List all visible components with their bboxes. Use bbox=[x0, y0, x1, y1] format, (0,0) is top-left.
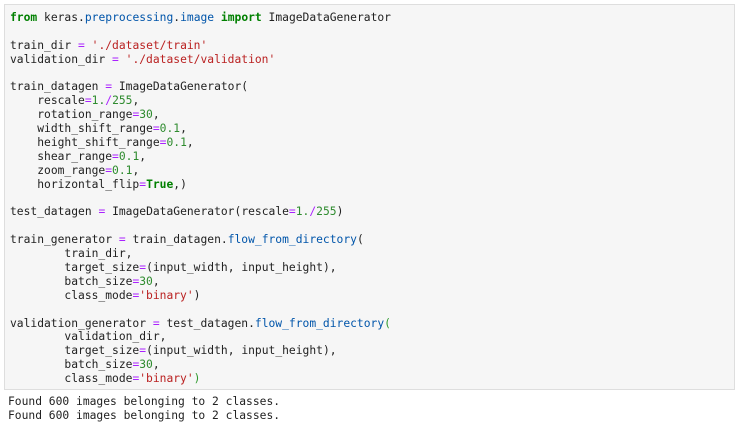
string-binary: 'binary' bbox=[139, 288, 194, 302]
var-train-dir: train_dir bbox=[64, 247, 126, 261]
var-test-datagen: test_datagen bbox=[166, 316, 249, 330]
code-line-9: width_shift_range=0.1, bbox=[37, 122, 187, 136]
class-name: ImageDataGenerator bbox=[118, 80, 242, 94]
code-editor[interactable]: from keras.preprocessing.image import Im… bbox=[10, 11, 391, 386]
code-line-6: train_datagen = ImageDataGenerator( bbox=[10, 80, 249, 94]
string-binary: 'binary' bbox=[139, 372, 194, 386]
var-input-height: input_height bbox=[241, 261, 323, 275]
arg-batch-size: batch_size bbox=[64, 358, 133, 372]
number: 30 bbox=[139, 108, 153, 122]
notebook: from keras.preprocessing.image import Im… bbox=[0, 0, 742, 430]
code-cell-input[interactable]: from keras.preprocessing.image import Im… bbox=[4, 4, 735, 390]
code-line-3: train_dir = './dataset/train' bbox=[10, 38, 208, 52]
module-preprocessing: preprocessing bbox=[84, 11, 174, 24]
method-flow-from-directory: flow_from_directory bbox=[227, 233, 357, 247]
code-line-17: train_generator = train_datagen.flow_fro… bbox=[10, 233, 364, 247]
output-line: Found 600 images belonging to 2 classes. bbox=[8, 409, 281, 422]
code-line-7: rescale=1./255, bbox=[37, 94, 140, 108]
var-validation-dir: validation_dir bbox=[10, 52, 106, 66]
code-line-19: target_size=(input_width, input_height), bbox=[64, 261, 337, 275]
output-line: Found 600 images belonging to 2 classes. bbox=[8, 395, 281, 408]
number: 0.1 bbox=[166, 136, 187, 150]
var-train-generator: train_generator bbox=[10, 233, 113, 247]
arg-shear-range: shear_range bbox=[37, 149, 113, 163]
number: 0.1 bbox=[112, 163, 133, 177]
method-flow-from-directory: flow_from_directory bbox=[254, 316, 385, 330]
code-line-18: train_dir, bbox=[64, 247, 133, 261]
number: 30 bbox=[139, 358, 153, 372]
var-train-datagen: train_datagen bbox=[10, 80, 99, 94]
code-line-4: validation_dir = './dataset/validation' bbox=[10, 52, 276, 66]
number: 255 bbox=[112, 94, 133, 108]
string-train-path: './dataset/train' bbox=[91, 38, 208, 52]
number: 1. bbox=[91, 94, 106, 108]
arg-zoom-range: zoom_range bbox=[37, 163, 106, 177]
arg-horizontal-flip: horizontal_flip bbox=[37, 177, 140, 191]
class-name: ImageDataGenerator bbox=[112, 205, 235, 219]
code-line-12: zoom_range=0.1, bbox=[37, 163, 140, 177]
string-validation-path: './dataset/validation' bbox=[125, 52, 276, 66]
code-line-13: horizontal_flip=True,) bbox=[37, 177, 187, 191]
code-line-11: shear_range=0.1, bbox=[37, 149, 147, 163]
code-line-27: class_mode='binary') bbox=[64, 372, 201, 386]
number: 0.1 bbox=[159, 122, 181, 136]
code-line-26: batch_size=30, bbox=[64, 358, 160, 372]
var-input-width: input_width bbox=[152, 261, 228, 275]
arg-rescale: rescale bbox=[241, 205, 289, 219]
code-line-20: batch_size=30, bbox=[64, 274, 160, 288]
keyword-import: import bbox=[220, 11, 262, 24]
arg-target-size: target_size bbox=[64, 344, 140, 358]
code-line-8: rotation_range=30, bbox=[37, 108, 160, 122]
var-input-width: input_width bbox=[152, 344, 228, 358]
number: 255 bbox=[316, 205, 337, 219]
arg-batch-size: batch_size bbox=[64, 274, 133, 288]
keyword-true: True bbox=[146, 177, 174, 191]
code-line-1: from keras.preprocessing.image import Im… bbox=[10, 11, 391, 24]
code-line-10: height_shift_range=0.1, bbox=[37, 136, 194, 150]
var-test-datagen: test_datagen bbox=[10, 205, 92, 219]
var-validation-generator: validation_generator bbox=[10, 316, 147, 330]
var-validation-dir: validation_dir bbox=[64, 330, 160, 344]
arg-rotation-range: rotation_range bbox=[37, 108, 133, 122]
cell-output: Found 600 images belonging to 2 classes.… bbox=[8, 395, 280, 423]
arg-height-shift-range: height_shift_range bbox=[37, 136, 160, 150]
arg-width-shift-range: width_shift_range bbox=[37, 122, 153, 136]
number: 0.1 bbox=[118, 149, 140, 163]
arg-class-mode: class_mode bbox=[64, 372, 133, 386]
class-name: ImageDataGenerator bbox=[268, 11, 391, 24]
arg-rescale: rescale bbox=[37, 94, 85, 108]
code-line-24: validation_dir, bbox=[64, 330, 167, 344]
number: 1. bbox=[295, 205, 310, 219]
code-line-25: target_size=(input_width, input_height), bbox=[64, 344, 337, 358]
arg-class-mode: class_mode bbox=[64, 288, 133, 302]
number: 30 bbox=[139, 274, 153, 288]
arg-target-size: target_size bbox=[64, 261, 140, 275]
var-input-height: input_height bbox=[241, 344, 323, 358]
var-train-dir: train_dir bbox=[10, 38, 72, 52]
var-train-datagen: train_datagen bbox=[132, 233, 221, 247]
module-image: image bbox=[180, 11, 215, 24]
code-line-23: validation_generator = test_datagen.flow… bbox=[10, 316, 391, 330]
keyword-from: from bbox=[10, 11, 38, 24]
code-line-21: class_mode='binary') bbox=[64, 288, 201, 302]
module-keras: keras bbox=[44, 11, 79, 24]
code-line-15: test_datagen = ImageDataGenerator(rescal… bbox=[10, 205, 344, 219]
